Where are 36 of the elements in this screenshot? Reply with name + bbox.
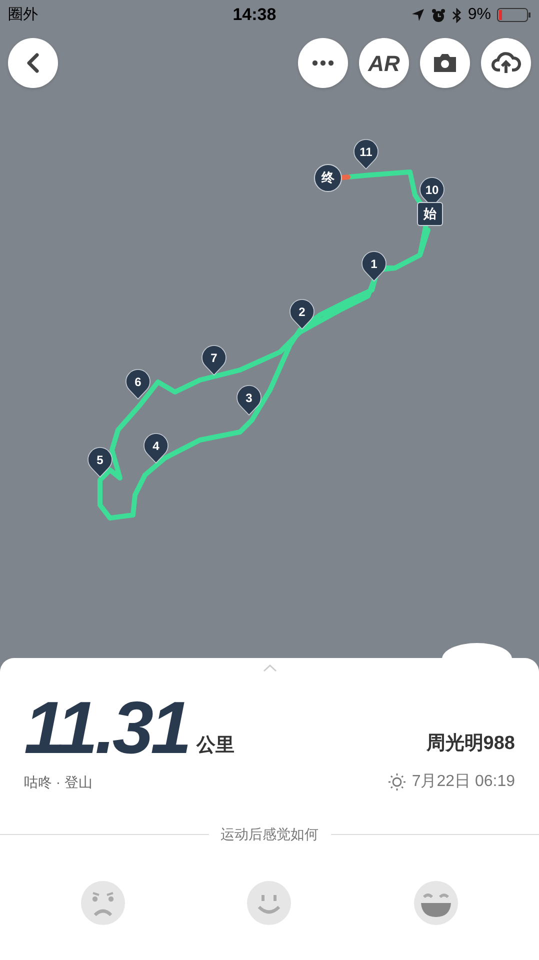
distance-unit: 公里 <box>196 734 235 758</box>
smiling-face-icon[interactable] <box>247 881 292 925</box>
more-icon <box>312 60 334 66</box>
distance-marker: 11 <box>353 138 379 170</box>
clock-time: 14:38 <box>232 4 276 26</box>
activity-source: 咕咚 · 登山 <box>24 772 92 792</box>
distance-marker: 5 <box>87 446 113 478</box>
bluetooth-icon <box>452 8 462 22</box>
carrier-text: 圈外 <box>8 4 38 25</box>
distance-marker: 7 <box>201 344 227 376</box>
distance-marker: 3 <box>236 384 262 416</box>
cloud-upload-icon <box>491 51 521 75</box>
end-marker: 终 <box>314 164 342 192</box>
distance-marker: 1 <box>361 250 387 282</box>
activity-date: 7月22日 06:19 <box>412 772 515 792</box>
laughing-face-icon[interactable] <box>414 881 458 925</box>
feedback-prompt: 运动后感觉如何 <box>220 825 320 844</box>
distance-marker: 6 <box>125 368 151 400</box>
camera-icon <box>432 52 458 74</box>
back-icon <box>26 52 40 74</box>
location-icon <box>410 8 425 22</box>
upload-button[interactable] <box>481 38 531 88</box>
user-name: 周光明988 <box>426 732 515 756</box>
battery-icon <box>496 7 531 23</box>
sun-icon <box>388 773 406 791</box>
battery-percent: 9% <box>468 5 491 25</box>
ar-button[interactable]: AR <box>359 38 409 88</box>
distance-marker: 2 <box>289 298 315 330</box>
start-marker: 始 <box>417 202 443 226</box>
camera-button[interactable] <box>420 38 470 88</box>
distance-value: 11.31 <box>24 696 189 760</box>
more-button[interactable] <box>298 38 348 88</box>
back-button[interactable] <box>8 38 58 88</box>
distance-marker: 4 <box>143 432 169 464</box>
alarm-icon <box>430 8 446 22</box>
sad-face-icon[interactable] <box>81 881 126 925</box>
